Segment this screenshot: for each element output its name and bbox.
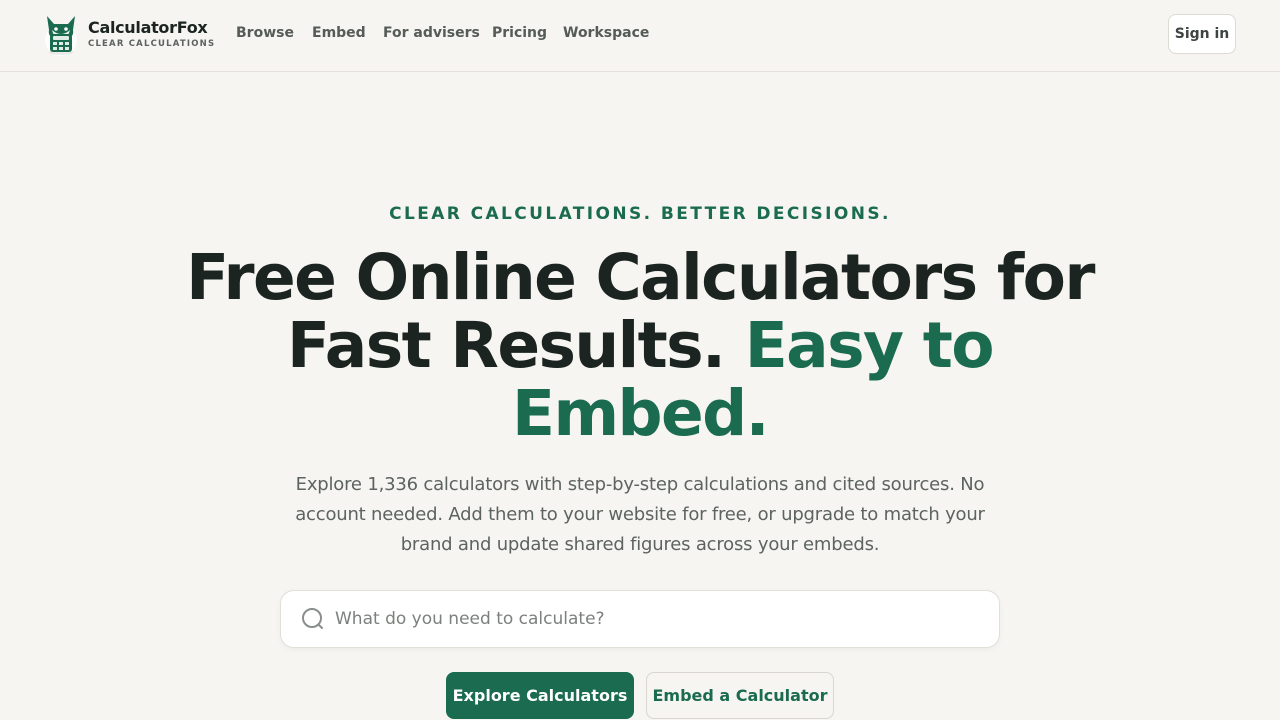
embed-calculator-button[interactable]: Embed a Calculator	[646, 672, 834, 719]
brand-name[interactable]: CalculatorFox	[88, 18, 208, 37]
nav-link-pricing[interactable]: Pricing	[492, 25, 547, 41]
site-header: CalculatorFox CLEAR CALCULATIONS Browse …	[0, 0, 1280, 72]
fox-calculator-logo[interactable]	[42, 12, 80, 56]
headline-line-3: Embed.	[512, 377, 770, 450]
headline-accent-text: Easy to	[744, 309, 995, 382]
search-box[interactable]	[280, 590, 1000, 648]
headline-line-2: Fast Results. Easy to	[0, 312, 1280, 380]
nav-link-browse[interactable]: Browse	[236, 25, 294, 41]
hero-headline: Free Online Calculators for Fast Results…	[0, 244, 1280, 448]
hero-subtitle: Explore 1,336 calculators with step-by-s…	[295, 474, 985, 555]
brand-tagline: CLEAR CALCULATIONS	[88, 39, 216, 49]
explore-calculators-button[interactable]: Explore Calculators	[446, 672, 634, 719]
nav-link-embed[interactable]: Embed	[312, 25, 366, 41]
headline-plain-text: Fast Results.	[287, 309, 726, 382]
nav-link-workspace[interactable]: Workspace	[563, 25, 649, 41]
headline-line-1: Free Online Calculators for	[186, 241, 1095, 314]
search-icon	[301, 607, 325, 631]
nav-link-for-advisers[interactable]: For advisers	[383, 25, 480, 41]
sign-in-button[interactable]: Sign in	[1168, 14, 1236, 54]
search-input[interactable]	[335, 591, 975, 647]
hero-eyebrow: CLEAR CALCULATIONS. BETTER DECISIONS.	[389, 204, 891, 224]
